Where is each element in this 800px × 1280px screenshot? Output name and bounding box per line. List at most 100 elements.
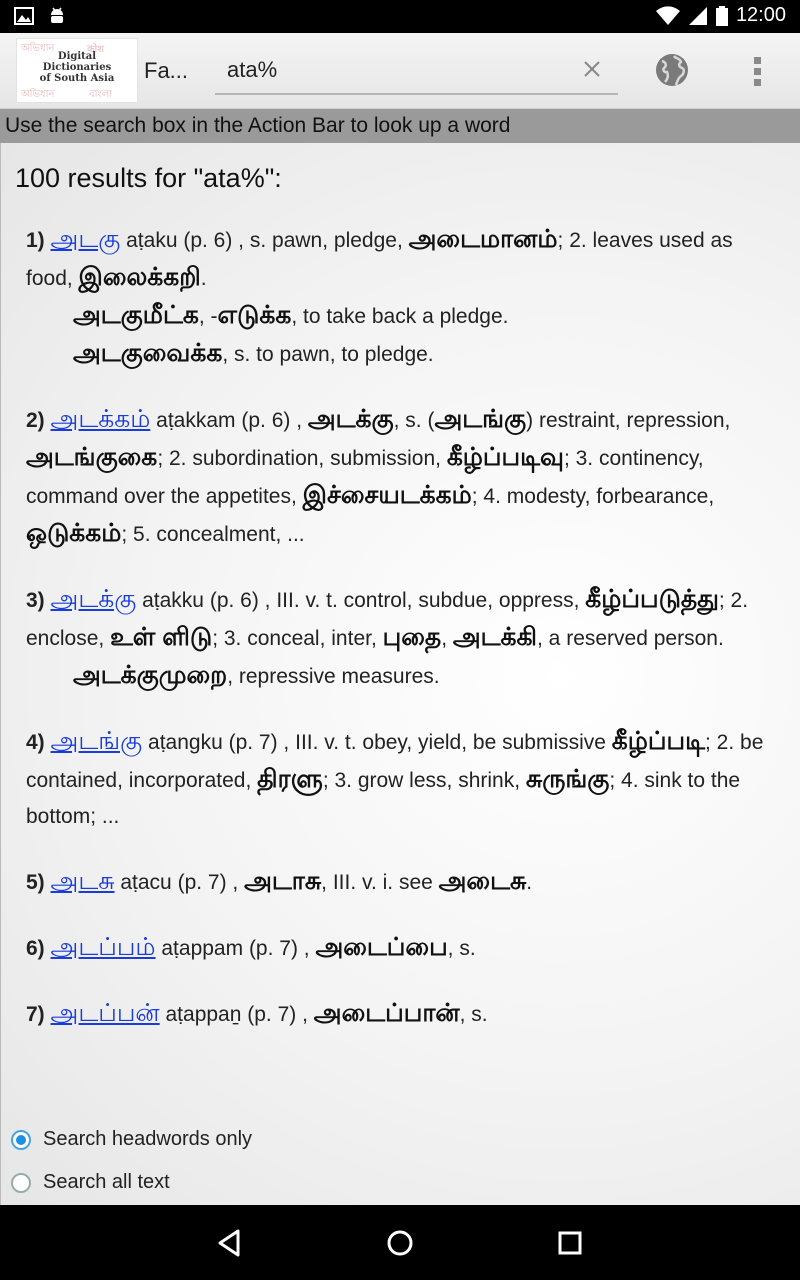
tamil-term: அடைப்பான் bbox=[313, 999, 460, 1027]
entry-number: 6) bbox=[26, 937, 45, 960]
headword-link[interactable]: அடப்பம் bbox=[51, 933, 156, 961]
sub-entry: அடகுவைக்க, s. to pawn, to pledge. bbox=[26, 335, 766, 373]
recents-icon[interactable] bbox=[550, 1225, 590, 1261]
result-entry: 1) அடகு aṭaku (p. 6) , s. pawn, pledge, … bbox=[26, 221, 766, 373]
app-title: Fa... bbox=[144, 58, 189, 83]
results-title: 100 results for "ata%": bbox=[15, 163, 282, 193]
tamil-term: அடைமானம் bbox=[408, 225, 558, 253]
image-icon bbox=[14, 7, 34, 25]
entry-text: . bbox=[200, 267, 207, 290]
entry-text: aṭappaṉ (p. 7) , bbox=[159, 1003, 314, 1026]
tamil-term: அடாசு bbox=[244, 867, 322, 895]
entry-text: ; 5. concealment, ... bbox=[121, 523, 305, 546]
search-box bbox=[215, 51, 618, 95]
overflow-menu-icon[interactable] bbox=[746, 53, 770, 89]
radio-all-text[interactable]: Search all text bbox=[11, 1171, 170, 1194]
entry-number: 1) bbox=[26, 229, 45, 252]
globe-icon[interactable] bbox=[654, 52, 690, 88]
result-entry: 5) அடசு aṭacu (p. 7) , அடாசு, III. v. i.… bbox=[26, 863, 766, 901]
entry-text: , - bbox=[198, 305, 218, 328]
tamil-term: கீழ்ப்படிவு bbox=[446, 443, 564, 471]
signal-icon bbox=[688, 6, 707, 25]
hint-bar: Use the search box in the Action Bar to … bbox=[0, 109, 800, 143]
result-entry: 4) அடங்கு aṭangku (p. 7) , III. v. t. ob… bbox=[26, 723, 766, 835]
entry-text: aṭakkam (p. 6) , bbox=[150, 409, 308, 432]
entry-text: , s. to pawn, to pledge. bbox=[222, 343, 434, 366]
logo-line-2: Dictionaries bbox=[42, 62, 112, 73]
entry-text: ; 3. conceal, inter, bbox=[212, 627, 383, 650]
entry-text: aṭangku (p. 7) , III. v. t. obey, yield,… bbox=[142, 731, 612, 754]
tamil-term: கீழ்ப்படி bbox=[611, 727, 706, 755]
android-icon bbox=[51, 7, 63, 23]
logo-text: Digital Dictionaries of South Asia bbox=[17, 51, 137, 84]
headword-link[interactable]: அடங்கு bbox=[51, 727, 143, 755]
result-entry: 2) அடக்கம் aṭakkam (p. 6) , அடக்கு, s. (… bbox=[26, 401, 766, 553]
sub-entry: அடக்குமுறை, repressive measures. bbox=[26, 657, 766, 695]
entry-text: , bbox=[441, 627, 453, 650]
headword-link[interactable]: அடப்பன் bbox=[51, 999, 160, 1027]
headword-link[interactable]: அடகு bbox=[51, 225, 121, 253]
tamil-term: சுருங்கு bbox=[525, 765, 610, 793]
tamil-term: இச்சையடக்கம் bbox=[302, 481, 472, 509]
result-entry: 7) அடப்பன் aṭappaṉ (p. 7) , அடைப்பான், s… bbox=[26, 995, 766, 1033]
tamil-term: அடைசு bbox=[438, 867, 527, 895]
search-input[interactable] bbox=[227, 55, 567, 85]
radio-button-selected[interactable] bbox=[11, 1129, 31, 1150]
logo-script-4: বাংলা bbox=[89, 89, 113, 100]
entry-text: aṭacu (p. 7) , bbox=[114, 871, 245, 894]
tamil-term: திரளு bbox=[257, 765, 323, 793]
tamil-term: கீழ்ப்படுத்து bbox=[585, 585, 719, 613]
tamil-term: அடக்கி bbox=[452, 623, 538, 651]
tamil-term: அடங்குகை bbox=[26, 443, 158, 471]
headword-link[interactable]: அடசு bbox=[51, 867, 115, 895]
results-panel: 100 results for "ata%": 1) அடகு aṭaku (p… bbox=[0, 143, 800, 1205]
logo-line-1: Digital bbox=[57, 51, 97, 62]
navigation-bar bbox=[0, 1205, 800, 1280]
entry-text: aṭakku (p. 6) , III. v. t. control, subd… bbox=[136, 589, 586, 612]
tamil-term: அடைப்பை bbox=[315, 933, 448, 961]
entry-number: 5) bbox=[26, 871, 45, 894]
radio-label: Search headwords only bbox=[43, 1128, 253, 1150]
status-bar: 12:00 bbox=[0, 0, 800, 33]
headword-link[interactable]: அடக்கு bbox=[51, 585, 137, 613]
entry-text: , to take back a pledge. bbox=[291, 305, 509, 328]
battery-icon bbox=[715, 5, 728, 26]
app-logo[interactable]: অভিধান कोश অভিধান বাংলা Digital Dictiona… bbox=[16, 38, 138, 103]
tamil-term: ஒடுக்கம் bbox=[26, 519, 122, 547]
tamil-term: அடகுவைக்க bbox=[73, 339, 223, 367]
tamil-term: அடக்கு bbox=[307, 405, 394, 433]
entry-number: 3) bbox=[26, 589, 45, 612]
tamil-term: எடுக்க bbox=[217, 301, 292, 329]
entry-text: ; 3. grow less, shrink, bbox=[322, 769, 526, 792]
entry-text: ; 2. subordination, submission, bbox=[157, 447, 447, 470]
back-icon[interactable] bbox=[210, 1225, 250, 1261]
tamil-term: அடகுமீட்க bbox=[73, 301, 199, 329]
tamil-term: உள் ளிடு bbox=[110, 623, 213, 651]
entry-number: 4) bbox=[26, 731, 45, 754]
entry-text: aṭaku (p. 6) , s. pawn, pledge, bbox=[120, 229, 409, 252]
entry-text: , a reserved person. bbox=[537, 627, 724, 650]
entry-text: aṭappam (p. 7) , bbox=[155, 937, 316, 960]
results-list: 1) அடகு aṭaku (p. 6) , s. pawn, pledge, … bbox=[26, 221, 766, 1061]
radio-headwords-only[interactable]: Search headwords only bbox=[11, 1128, 252, 1151]
logo-line-3: of South Asia bbox=[39, 73, 115, 84]
home-icon[interactable] bbox=[380, 1225, 420, 1261]
entry-text: , s. bbox=[459, 1003, 488, 1026]
close-icon[interactable] bbox=[582, 59, 602, 79]
result-entry: 3) அடக்கு aṭakku (p. 6) , III. v. t. con… bbox=[26, 581, 766, 695]
logo-script-3: অভিধান bbox=[21, 89, 55, 100]
entry-text: ; 4. modesty, forbearance, bbox=[471, 485, 715, 508]
entry-text: , s. bbox=[447, 937, 476, 960]
entry-text: . bbox=[526, 871, 533, 894]
entry-text: , III. v. i. see bbox=[321, 871, 439, 894]
entry-text: , s. ( bbox=[393, 409, 435, 432]
entry-number: 7) bbox=[26, 1003, 45, 1026]
radio-label: Search all text bbox=[43, 1171, 170, 1193]
headword-link[interactable]: அடக்கம் bbox=[51, 405, 151, 433]
clock: 12:00 bbox=[735, 4, 786, 26]
sub-entry: அடகுமீட்க, -எடுக்க, to take back a pledg… bbox=[26, 297, 766, 335]
tamil-term: அடங்கு bbox=[434, 405, 527, 433]
entry-number: 2) bbox=[26, 409, 45, 432]
radio-button[interactable] bbox=[11, 1172, 31, 1193]
tamil-term: புதை bbox=[382, 623, 442, 651]
